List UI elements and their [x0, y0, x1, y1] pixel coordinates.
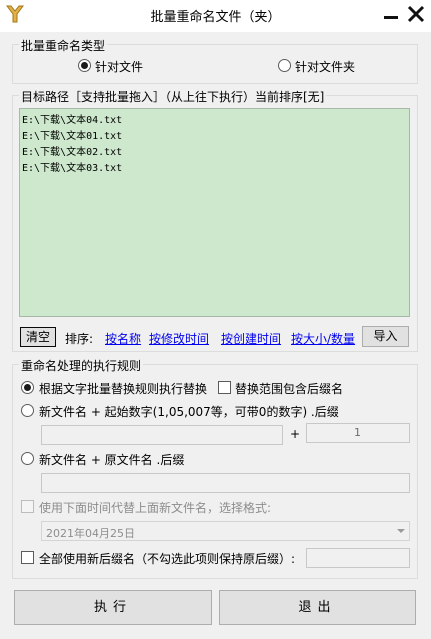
radio-rule-replace[interactable]: [21, 381, 34, 394]
radio-rule-original-name[interactable]: [21, 452, 34, 465]
exit-button[interactable]: 退出: [219, 590, 416, 625]
radio-target-files-label[interactable]: 针对文件: [95, 58, 143, 75]
title-bar: 批量重命名文件（夹）: [0, 0, 431, 32]
path-item[interactable]: E:\下载\文本04.txt: [22, 113, 409, 129]
path-item[interactable]: E:\下载\文本02.txt: [22, 145, 409, 161]
import-button[interactable]: 导入: [362, 326, 409, 347]
radio-rule-number[interactable]: [21, 404, 34, 417]
new-extension-input[interactable]: [306, 548, 410, 568]
sort-by-created-link[interactable]: 按创建时间: [221, 330, 281, 347]
execute-button[interactable]: 执行: [14, 590, 212, 625]
close-icon[interactable]: [405, 3, 427, 25]
path-item[interactable]: E:\下载\文本01.txt: [22, 129, 409, 145]
radio-rule-replace-label[interactable]: 根据文字批量替换规则执行替换: [39, 380, 207, 397]
sort-label: 排序:: [65, 332, 94, 346]
sort-by-name-link[interactable]: 按名称: [105, 330, 141, 347]
checkbox-new-extension-label[interactable]: 全部使用新后缀名（不勾选此项则保持原后缀）:: [39, 550, 295, 567]
prefix-name-input[interactable]: [41, 473, 410, 493]
window-title: 批量重命名文件（夹）: [150, 10, 281, 25]
checkbox-new-extension[interactable]: [21, 551, 34, 564]
chevron-down-icon: [397, 529, 405, 533]
new-name-input[interactable]: [41, 425, 283, 445]
time-format-select[interactable]: 2021年04月25日: [41, 521, 410, 541]
checkbox-use-time[interactable]: [21, 500, 34, 513]
plus-sign: +: [290, 427, 301, 441]
checkbox-include-extension[interactable]: [218, 381, 231, 394]
checkbox-use-time-label[interactable]: 使用下面时间代替上面新文件名，选择格式:: [39, 499, 271, 516]
time-format-value: 2021年04月25日: [46, 527, 135, 540]
radio-rule-original-name-label[interactable]: 新文件名 + 原文件名 .后缀: [39, 451, 184, 468]
sort-by-size-link[interactable]: 按大小/数量: [291, 330, 355, 347]
radio-target-folders-label[interactable]: 针对文件夹: [295, 58, 355, 75]
start-number-input[interactable]: 1: [306, 423, 410, 443]
rename-type-legend: 批量重命名类型: [19, 37, 108, 54]
clear-button[interactable]: 清空: [20, 327, 56, 347]
path-list[interactable]: E:\下载\文本04.txt E:\下载\文本01.txt E:\下载\文本02…: [19, 108, 410, 317]
minimize-icon[interactable]: [380, 3, 402, 25]
target-path-legend: 目标路径［支持批量拖入］（从上往下执行）当前排序[无]: [19, 88, 327, 105]
radio-target-files[interactable]: [78, 59, 91, 72]
path-item[interactable]: E:\下载\文本03.txt: [22, 161, 409, 177]
checkbox-include-extension-label[interactable]: 替换范围包含后缀名: [235, 380, 343, 397]
radio-rule-number-label[interactable]: 新文件名 + 起始数字(1,05,007等，可带0的数字) .后缀: [39, 403, 339, 420]
sort-by-modified-link[interactable]: 按修改时间: [149, 330, 209, 347]
rules-legend: 重命名处理的执行规则: [19, 357, 144, 374]
radio-target-folders[interactable]: [278, 59, 291, 72]
